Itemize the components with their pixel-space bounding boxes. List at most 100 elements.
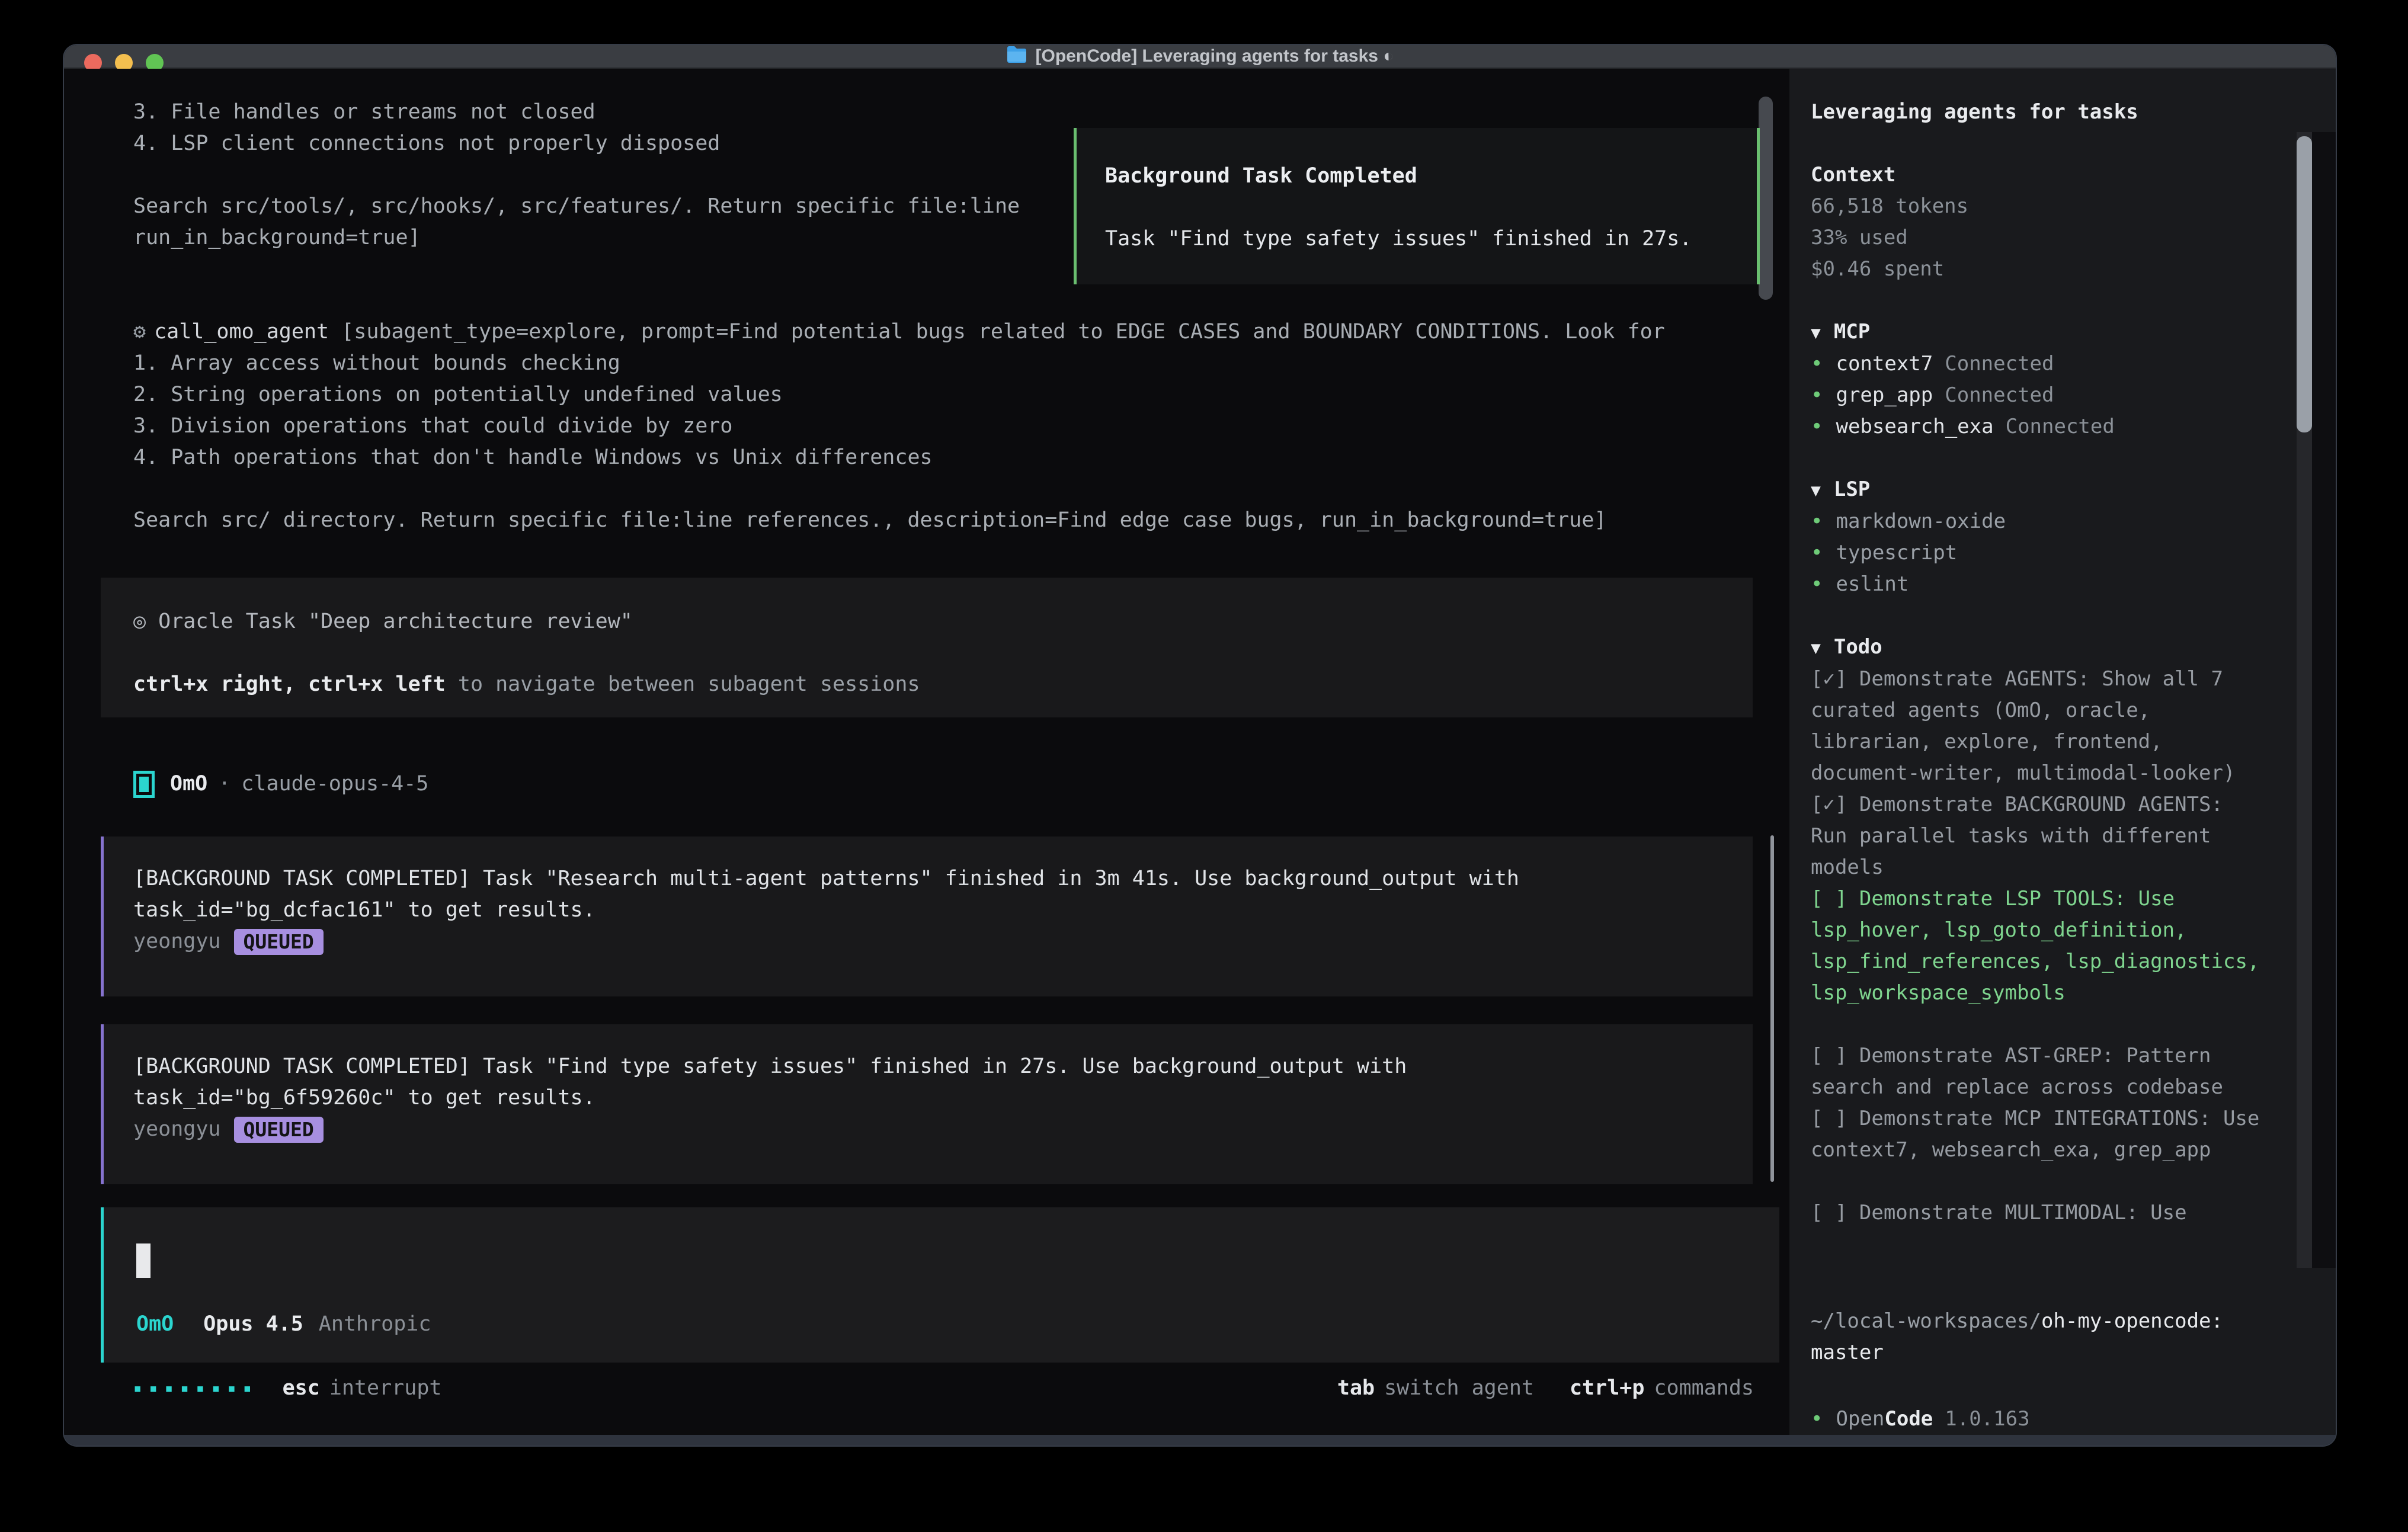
toast-notification: Background Task Completed Task "Find typ… (1074, 128, 1760, 284)
titlebar: [OpenCode] Leveraging agents for tasks ◐ (64, 45, 2336, 69)
blank-line (1811, 128, 2267, 159)
text-cursor (136, 1243, 150, 1278)
nav-hint-keys: ctrl+x right, ctrl+x left (133, 672, 446, 696)
todo-item: [✓] Demonstrate BACKGROUND AGENTS: Run p… (1811, 789, 2267, 883)
window-title-text: [OpenCode] Leveraging agents for tasks ◐ (1036, 46, 1394, 66)
agent-session-header: OmO · claude-opus-4-5 (133, 768, 1754, 800)
background-task-message: [BACKGROUND TASK COMPLETED] Task "Find t… (101, 1024, 1753, 1184)
window-title: [OpenCode] Leveraging agents for tasks ◐ (1006, 45, 1394, 68)
status-dot-icon: • (1811, 383, 1823, 407)
status-dot-icon: • (1811, 572, 1823, 596)
blank-line (133, 473, 1754, 505)
esc-key-label: interrupt (329, 1373, 442, 1404)
tool-call-list-item: 1. Array access without bounds checking (133, 348, 1754, 379)
blank-line (1811, 285, 2267, 316)
tool-call-list-item: 2. String operations on potentially unde… (133, 379, 1754, 411)
ctrlp-key-label: commands (1654, 1373, 1754, 1404)
todo-item: [✓] Demonstrate AGENTS: Show all 7 curat… (1811, 664, 2267, 789)
chevron-down-icon: ▼ (1811, 638, 1821, 658)
context-spent: $0.46 spent (1811, 254, 2267, 285)
input-status-row: OmO Opus 4.5 Anthropic (136, 1309, 431, 1340)
agent-checkbox-icon (133, 771, 155, 798)
mcp-item: •grep_appConnected (1811, 380, 2267, 411)
task-message-line1: [BACKGROUND TASK COMPLETED] Task "Resear… (133, 863, 1753, 895)
toast-title: Background Task Completed (1105, 161, 1757, 192)
app-name-prefix: Open (1836, 1403, 1884, 1435)
oracle-task-title: ◎ Oracle Task "Deep architecture review" (133, 606, 1753, 637)
lsp-item: •typescript (1811, 537, 2267, 569)
gear-icon: ⚙ (133, 320, 146, 344)
input-provider-name: Anthropic (319, 1309, 431, 1340)
background-task-message: [BACKGROUND TASK COMPLETED] Task "Resear… (101, 836, 1753, 996)
task-message-line2: task_id="bg_dcfac161" to get results. (133, 895, 1753, 926)
workspace-path: ~/local-workspaces/oh-my-opencode: maste… (1811, 1306, 2267, 1368)
blank-line (133, 285, 1754, 316)
tool-call-line: ⚙ call_omo_agent [subagent_type=explore, … (133, 316, 1754, 348)
tool-call-list-item: 3. Division operations that could divide… (133, 411, 1754, 442)
input-agent-name: OmO (136, 1309, 174, 1340)
mcp-section-header[interactable]: ▼MCP (1811, 316, 2267, 348)
agent-name: OmO (170, 768, 207, 800)
workspace-path-prefix: ~/local-workspaces/ (1811, 1309, 2041, 1333)
queued-status-badge: QUEUED (234, 1117, 324, 1143)
blank-line (133, 637, 1753, 669)
tool-call-args: [subagent_type=explore, prompt=Find pote… (341, 320, 1665, 344)
context-tokens: 66,518 tokens (1811, 191, 2267, 222)
blank-line (1811, 1166, 2267, 1197)
chevron-down-icon: ▼ (1811, 323, 1821, 342)
mcp-item: •websearch_exaConnected (1811, 411, 2267, 443)
app-version-number: 1.0.163 (1945, 1403, 2029, 1435)
sidebar-scrollbar-thumb[interactable] (2297, 136, 2312, 432)
todo-item-active: [ ] Demonstrate LSP TOOLS: Use lsp_hover… (1811, 883, 2267, 1009)
subagent-nav-hint: ctrl+x right, ctrl+x left to navigate be… (133, 669, 1753, 700)
task-user-row: yeongyu QUEUED (133, 926, 1753, 957)
app-version-row: • OpenCode 1.0.163 (1811, 1403, 2267, 1435)
task-username: yeongyu (133, 1114, 221, 1145)
terminal-line: 3. File handles or streams not closed (133, 97, 1754, 128)
nav-hint-text: to navigate between subagent sessions (446, 672, 920, 696)
toast-body: Task "Find type safety issues" finished … (1105, 223, 1757, 255)
lsp-item: •eslint (1811, 569, 2267, 600)
status-dot-icon: • (1811, 352, 1823, 376)
tab-key-label: switch agent (1384, 1373, 1534, 1404)
status-bar: ▪▪▪▪▪▪▪▪ esc interrupt tab switch agent … (133, 1373, 1754, 1404)
tool-call-name: call_omo_agent (154, 320, 329, 344)
workspace-repo-name: oh-my-opencode: (2041, 1309, 2223, 1333)
main-scrollbar-thumb[interactable] (1759, 97, 1773, 300)
sidebar-scrollbar-track-gap (2312, 132, 2336, 1268)
session-title: Leveraging agents for tasks (1811, 97, 2267, 128)
agent-model: claude-opus-4-5 (241, 768, 428, 800)
blank-line (1811, 600, 2267, 632)
task-username: yeongyu (133, 926, 221, 957)
mcp-item: •context7Connected (1811, 348, 2267, 380)
ctrlp-key-hint: ctrl+p (1570, 1373, 1644, 1404)
blank-line (1811, 1009, 2267, 1040)
tab-key-hint: tab (1337, 1373, 1375, 1404)
todo-item: [ ] Demonstrate MCP INTEGRATIONS: Use co… (1811, 1103, 2267, 1166)
todo-section-header[interactable]: ▼Todo (1811, 632, 2267, 664)
context-used: 33% used (1811, 222, 2267, 254)
chevron-down-icon: ▼ (1811, 480, 1821, 500)
status-dot-icon: • (1811, 509, 1823, 533)
context-heading: Context (1811, 159, 2267, 191)
app-name-bold: Code (1884, 1403, 1933, 1435)
tool-call-list-item: 4. Path operations that don't handle Win… (133, 442, 1754, 473)
task-user-row: yeongyu QUEUED (133, 1114, 1753, 1145)
prompt-input[interactable]: OmO Opus 4.5 Anthropic (101, 1207, 1779, 1363)
lsp-section-header[interactable]: ▼LSP (1811, 474, 2267, 506)
agent-separator: · (218, 768, 230, 800)
status-dot-icon: • (1811, 541, 1823, 565)
git-branch: master (1811, 1337, 2267, 1368)
blank-line (1811, 443, 2267, 474)
task-message-line1: [BACKGROUND TASK COMPLETED] Task "Find t… (133, 1051, 1753, 1082)
status-dot-icon: • (1811, 415, 1823, 438)
folder-icon (1006, 45, 1027, 68)
task-message-line2: task_id="bg_6f59260c" to get results. (133, 1082, 1753, 1114)
status-dot-icon: • (1811, 1403, 1823, 1435)
main-scrollbar-segment[interactable] (1770, 835, 1774, 1182)
blank-line (1105, 192, 1757, 223)
terminal-main-pane: 3. File handles or streams not closed 4.… (64, 69, 1789, 1435)
spinner-icon: ▪▪▪▪▪▪▪▪ (133, 1373, 259, 1404)
todo-item: [ ] Demonstrate AST-GREP: Pattern search… (1811, 1040, 2267, 1103)
window-bottom-frame (64, 1435, 2336, 1446)
